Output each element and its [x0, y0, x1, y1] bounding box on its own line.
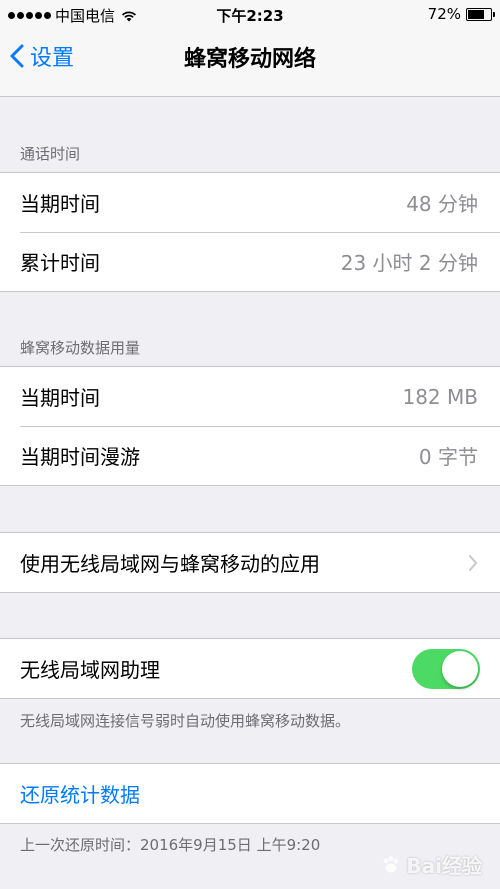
row-value: 48 分钟	[406, 192, 478, 216]
row-value: 23 小时 2 分钟	[340, 251, 478, 275]
reset-group: 还原统计数据	[0, 763, 500, 824]
navigation-bar: 设置 蜂窝移动网络	[0, 30, 500, 97]
call-time-group: 当期时间 48 分钟 累计时间 23 小时 2 分钟	[0, 172, 500, 292]
row-label: 无线局域网助理	[20, 658, 160, 682]
reset-statistics-button[interactable]: 还原统计数据	[20, 779, 140, 808]
reset-statistics-row[interactable]: 还原统计数据	[0, 764, 500, 823]
paw-icon	[383, 855, 399, 872]
row-label: 使用无线局域网与蜂窝移动的应用	[20, 552, 320, 576]
cellular-data-group: 当期时间 182 MB 当期时间漫游 0 字节	[0, 366, 500, 486]
apps-using-wlan-cellular-row[interactable]: 使用无线局域网与蜂窝移动的应用	[0, 533, 500, 592]
wifi-assist-group: 无线局域网助理	[0, 638, 500, 699]
chevron-right-icon	[469, 554, 477, 571]
wifi-assist-note: 无线局域网连接信号弱时自动使用蜂窝移动数据。	[20, 712, 351, 730]
status-right: 72%	[427, 5, 495, 23]
battery-percentage: 72%	[427, 5, 461, 23]
status-time: 下午2:23	[216, 7, 284, 25]
section-header-cellular-data: 蜂窝移动数据用量	[20, 339, 141, 357]
row-label: 累计时间	[20, 251, 100, 275]
row-value: 182 MB	[402, 384, 478, 409]
list-item: 当期时间漫游 0 字节	[0, 426, 500, 485]
row-value: 0 字节	[418, 445, 478, 469]
battery-icon	[466, 7, 495, 21]
list-item: 累计时间 23 小时 2 分钟	[0, 232, 500, 291]
wifi-assist-toggle[interactable]	[412, 648, 480, 689]
status-bar: 中国电信 下午2:23 72%	[0, 0, 500, 30]
watermark-text: Bai经验	[406, 854, 482, 878]
last-reset-time: 上一次还原时间：2016年9月15日 上午9:20	[20, 836, 321, 854]
apps-group: 使用无线局域网与蜂窝移动的应用	[0, 532, 500, 593]
section-header-call-time: 通话时间	[20, 145, 81, 163]
battery-fill	[468, 9, 484, 19]
list-item: 当期时间 182 MB	[0, 367, 500, 426]
row-label: 当期时间	[20, 386, 100, 410]
row-label: 当期时间漫游	[20, 445, 140, 469]
list-item: 当期时间 48 分钟	[0, 173, 500, 232]
watermark: Bai经验	[380, 850, 482, 879]
wifi-assist-row: 无线局域网助理	[0, 639, 500, 698]
toggle-knob	[442, 650, 478, 687]
row-label: 当期时间	[20, 192, 100, 216]
page-title: 蜂窝移动网络	[183, 47, 316, 72]
